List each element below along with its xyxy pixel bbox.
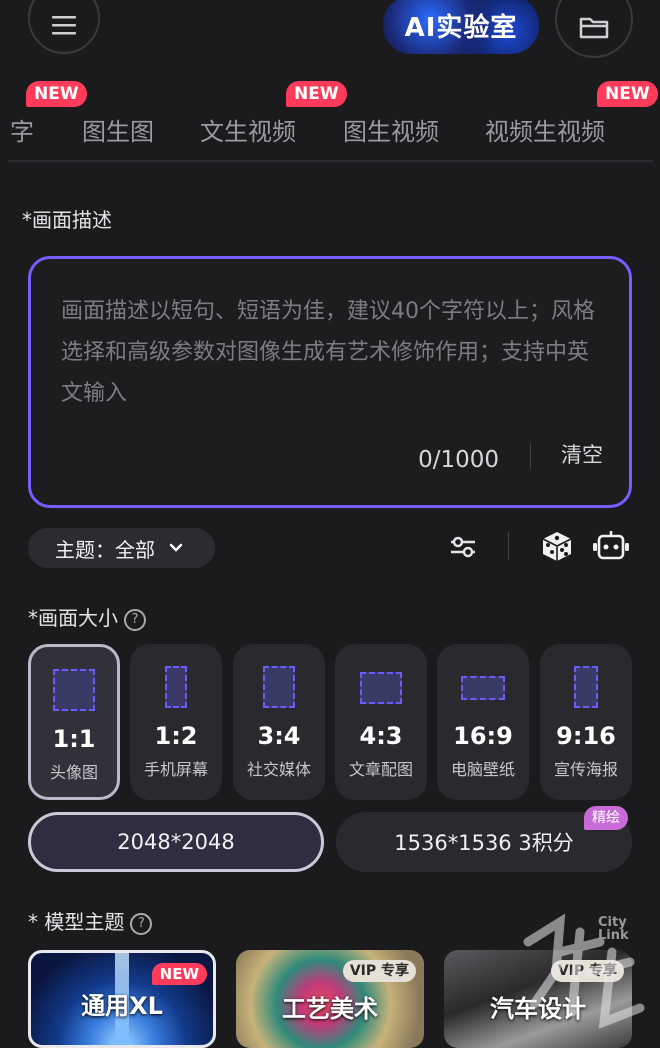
size-label: *画面大小	[28, 606, 118, 630]
tab-image-to-video[interactable]: 图生视频	[343, 112, 439, 147]
sliders-icon	[451, 536, 475, 558]
robot-icon	[593, 531, 629, 560]
size-name: 文章配图	[348, 760, 413, 779]
prompt-placeholder: 画面描述以短句、短语为佳，建议40个字符以上；风格选择和高级参数对图像生成有艺术…	[61, 299, 595, 406]
model-name: 通用XL	[81, 992, 163, 1020]
help-icon[interactable]: ?	[124, 608, 146, 631]
vip-badge: VIP 专享	[342, 960, 416, 982]
chevron-down-icon	[169, 543, 183, 552]
mode-tabs: 字 图生图 文生视频 图生视频 视频生视频	[0, 100, 660, 155]
tab-text-to-image[interactable]: 字	[10, 112, 34, 147]
model-label-row: * 模型主题?	[28, 906, 153, 935]
size-ratio: 1:1	[52, 725, 96, 753]
ratio-preview-icon	[165, 666, 187, 708]
model-name: 工艺美术	[282, 995, 378, 1023]
folder-icon	[579, 17, 609, 39]
size-option-1-1[interactable]: 1:1 头像图	[28, 644, 120, 800]
resolution-standard-button[interactable]: 2048*2048	[28, 812, 324, 872]
tabs-divider	[8, 160, 653, 162]
help-icon[interactable]: ?	[130, 912, 153, 935]
size-option-1-2[interactable]: 1:2 手机屏幕	[130, 644, 222, 800]
ratio-preview-icon	[53, 669, 95, 711]
size-name: 手机屏幕	[143, 760, 208, 779]
model-card-craft-art[interactable]: 工艺美术 VIP 专享	[236, 950, 424, 1048]
watermark-logo: City Link	[520, 912, 650, 1032]
theme-select[interactable]: 主题：全部	[28, 528, 215, 568]
size-name: 电脑壁纸	[450, 760, 515, 779]
robot-button[interactable]	[590, 528, 632, 564]
size-ratio: 9:16	[556, 722, 616, 750]
ratio-preview-icon	[461, 676, 505, 700]
size-name: 头像图	[49, 763, 98, 782]
menu-button[interactable]	[28, 0, 100, 54]
clear-button[interactable]: 清空	[561, 439, 603, 469]
size-ratio: 3:4	[257, 722, 301, 750]
resolution-fine-label: 1536*1536 3积分	[394, 831, 574, 855]
tab-image-to-image[interactable]: 图生图	[82, 112, 154, 147]
ratio-preview-icon	[360, 672, 402, 704]
fine-badge: 精绘	[584, 806, 628, 830]
size-label-row: *画面大小?	[28, 602, 146, 631]
random-button[interactable]	[538, 527, 576, 565]
size-ratio: 4:3	[359, 722, 403, 750]
menu-icon	[52, 16, 76, 35]
theme-label: 主题：全部	[55, 537, 155, 562]
model-card-general-xl[interactable]: 通用XL NEW	[28, 950, 216, 1048]
size-option-9-16[interactable]: 9:16 宣传海报	[540, 644, 632, 800]
dice-icon	[542, 532, 572, 561]
prompt-input[interactable]: 画面描述以短句、短语为佳，建议40个字符以上；风格选择和高级参数对图像生成有艺术…	[28, 256, 632, 508]
size-option-16-9[interactable]: 16:9 电脑壁纸	[437, 644, 529, 800]
new-badge: NEW	[597, 81, 658, 107]
prompt-label: *画面描述	[22, 208, 112, 232]
size-name: 社交媒体	[246, 760, 311, 779]
ratio-preview-icon	[263, 666, 295, 708]
watermark-text: City Link	[598, 915, 629, 943]
settings-button[interactable]	[446, 532, 480, 562]
icon-separator	[508, 532, 509, 560]
size-ratio: 16:9	[453, 722, 513, 750]
ratio-preview-icon	[574, 666, 598, 708]
resolution-standard-label: 2048*2048	[117, 830, 235, 854]
size-option-4-3[interactable]: 4:3 文章配图	[335, 644, 427, 800]
new-badge: NEW	[286, 81, 347, 107]
tab-video-to-video[interactable]: 视频生视频	[485, 112, 605, 147]
tab-text-to-video[interactable]: 文生视频	[200, 112, 296, 147]
counter-separator	[530, 443, 531, 469]
size-ratio: 1:2	[154, 722, 198, 750]
size-name: 宣传海报	[553, 760, 618, 779]
char-counter: 0/1000	[418, 447, 499, 473]
page-title: AI实验室	[383, 0, 539, 54]
folder-button[interactable]	[555, 0, 633, 58]
size-option-3-4[interactable]: 3:4 社交媒体	[233, 644, 325, 800]
new-badge: NEW	[26, 81, 87, 107]
model-label: * 模型主题	[28, 910, 125, 934]
new-badge: NEW	[151, 963, 207, 985]
